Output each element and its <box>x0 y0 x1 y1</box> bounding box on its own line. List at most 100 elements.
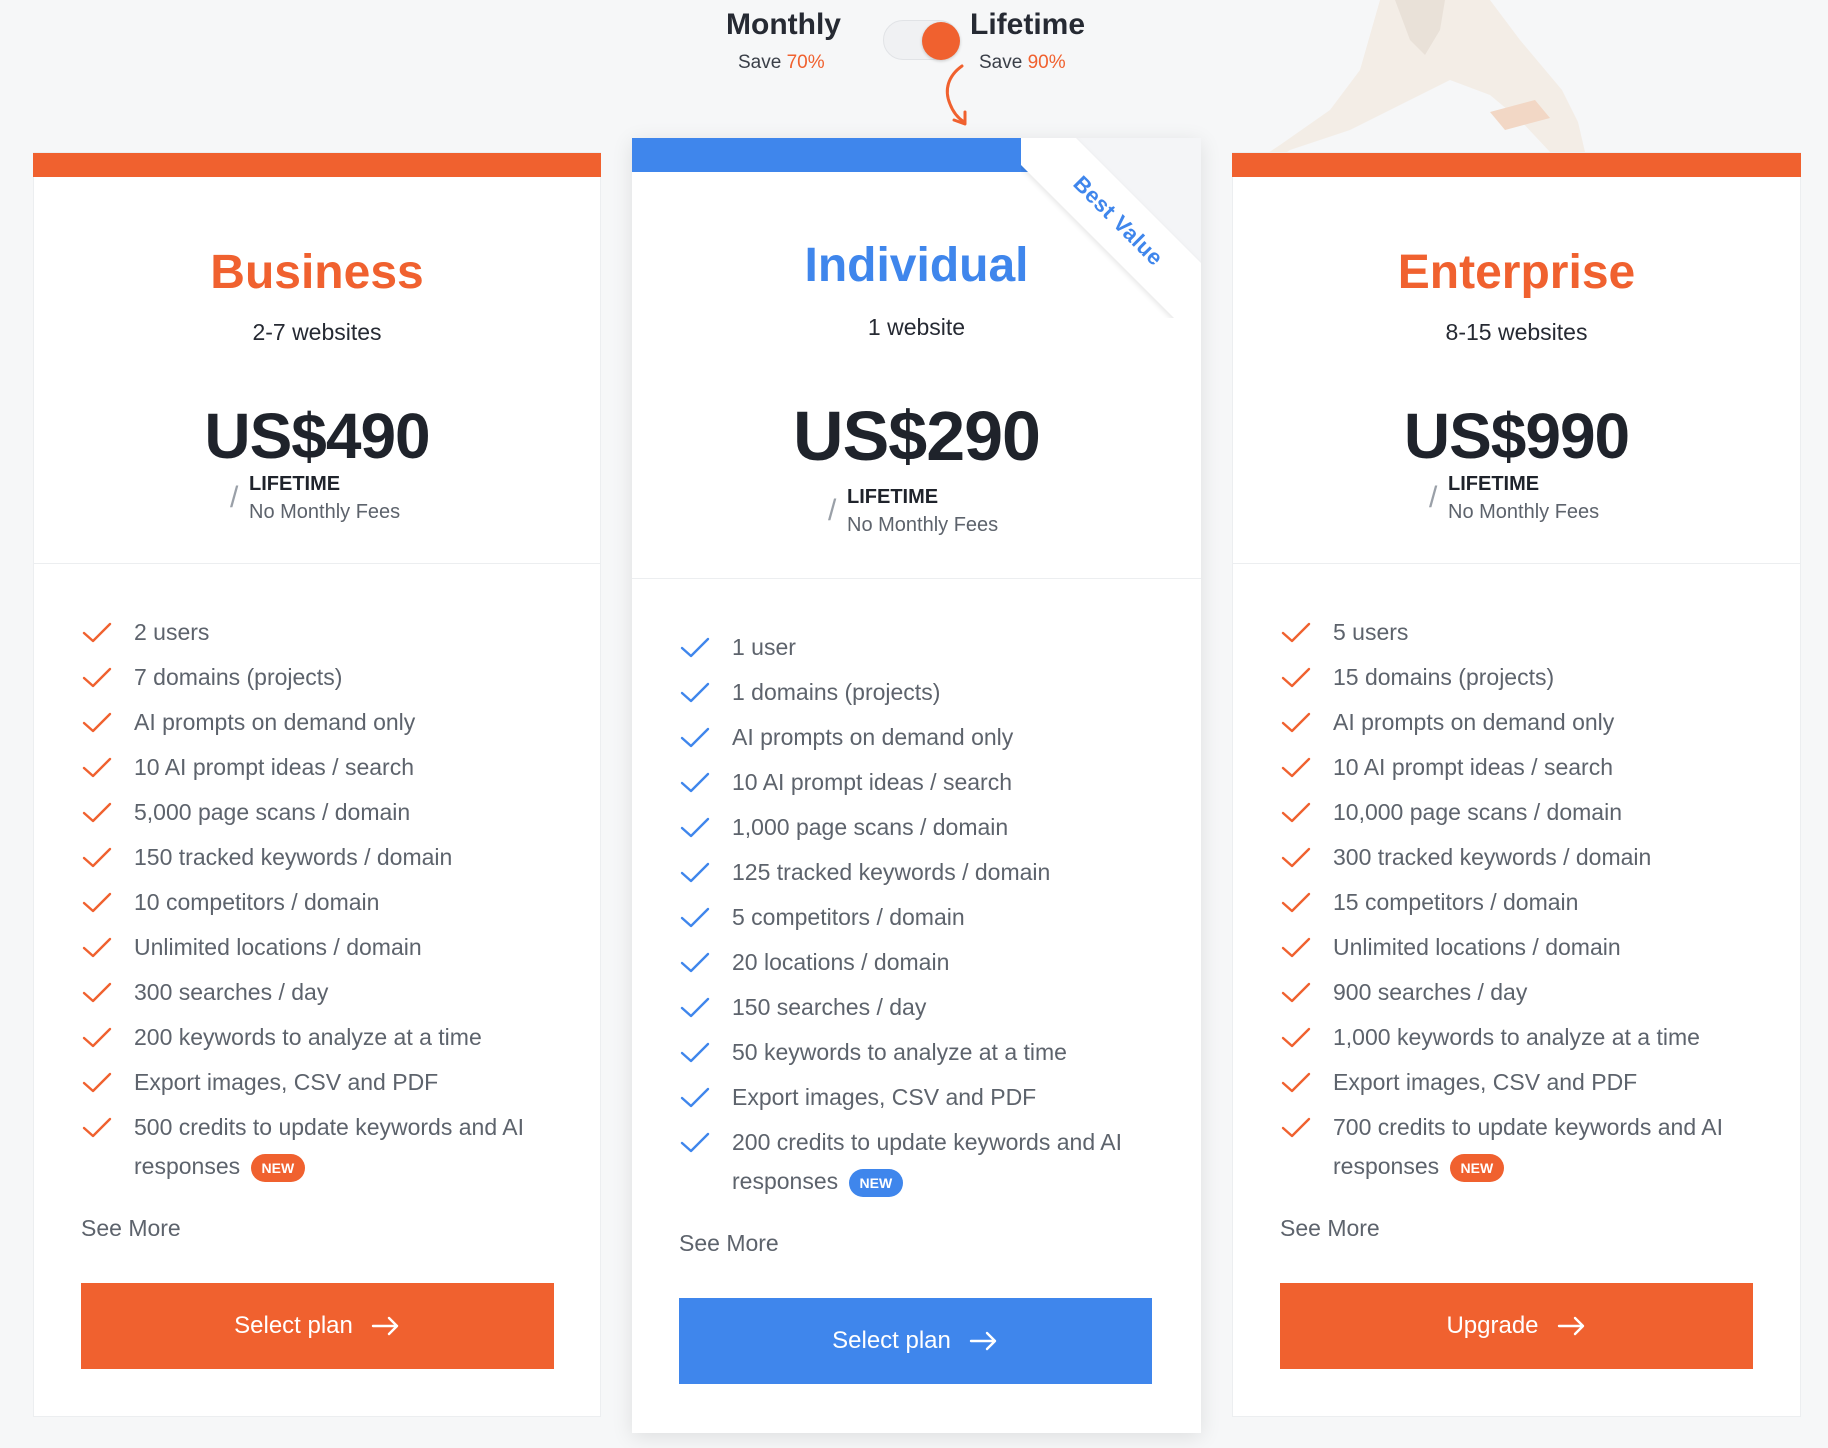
card-top-bar <box>33 153 601 177</box>
feature-item: 10 competitors / domain <box>82 883 570 928</box>
check-icon <box>1281 937 1311 958</box>
price-slash: / <box>230 481 239 514</box>
feature-item: 2 users <box>82 613 570 658</box>
feature-text: 10 AI prompt ideas / search <box>732 769 1012 795</box>
price-slash: / <box>1429 481 1438 514</box>
check-icon <box>1281 667 1311 688</box>
feature-text: 150 tracked keywords / domain <box>134 844 453 870</box>
feature-list: 5 users 15 domains (projects) AI prompts o… <box>1281 613 1770 1198</box>
feature-text: 7 domains (projects) <box>134 664 343 690</box>
price-period-note: No Monthly Fees <box>249 501 401 523</box>
feature-text: 700 credits to update keywords and AI re… <box>1333 1114 1723 1179</box>
feature-item: Unlimited locations / domain <box>82 928 570 973</box>
feature-text: 150 searches / day <box>732 994 927 1020</box>
check-icon <box>1281 1072 1311 1093</box>
feature-item: Export images, CSV and PDF <box>680 1078 1171 1123</box>
feature-text: 15 competitors / domain <box>1333 889 1579 915</box>
feature-text: Export images, CSV and PDF <box>732 1084 1037 1110</box>
new-badge: NEW <box>250 1153 306 1182</box>
feature-item: 15 domains (projects) <box>1281 658 1770 703</box>
feature-text: 125 tracked keywords / domain <box>732 859 1051 885</box>
feature-item: 125 tracked keywords / domain <box>680 853 1171 898</box>
cta-label: Select plan <box>234 1312 353 1339</box>
feature-item: 50 keywords to analyze at a time <box>680 1033 1171 1078</box>
feature-text: Unlimited locations / domain <box>134 934 422 960</box>
feature-item: Export images, CSV and PDF <box>82 1063 570 1108</box>
feature-list: 1 user 1 domains (projects) AI prompts on … <box>680 628 1171 1213</box>
plan-websites: 2-7 websites <box>252 319 382 345</box>
feature-text: 20 locations / domain <box>732 949 950 975</box>
monthly-label[interactable]: Monthly <box>726 8 841 42</box>
feature-text: 1,000 keywords to analyze at a time <box>1333 1024 1700 1050</box>
check-icon <box>82 802 112 823</box>
arrow-right-icon <box>969 1331 997 1351</box>
price-period-label: LIFETIME <box>847 486 939 508</box>
check-icon <box>680 727 710 748</box>
feature-item: 500 credits to update keywords and AI re… <box>82 1108 570 1198</box>
check-icon <box>82 1027 112 1048</box>
feature-text: 2 users <box>134 619 210 645</box>
check-icon <box>82 757 112 778</box>
divider <box>632 578 1201 579</box>
upgrade-button-enterprise[interactable]: Upgrade <box>1280 1283 1753 1369</box>
feature-item: 1 domains (projects) <box>680 673 1171 718</box>
check-icon <box>82 982 112 1003</box>
check-icon <box>1281 892 1311 913</box>
plan-name: Business <box>210 246 424 299</box>
select-plan-button-individual[interactable]: Select plan <box>679 1298 1152 1384</box>
feature-text: AI prompts on demand only <box>134 709 416 735</box>
see-more-link[interactable]: See More <box>1280 1215 1380 1242</box>
check-icon <box>680 1132 710 1153</box>
feature-item: 700 credits to update keywords and AI re… <box>1281 1108 1770 1198</box>
check-icon <box>82 667 112 688</box>
lifetime-save-text: Save 90% <box>979 52 1066 73</box>
check-icon <box>82 937 112 958</box>
plan-price: US$990 <box>1403 400 1630 472</box>
feature-text: AI prompts on demand only <box>732 724 1014 750</box>
plan-name: Enterprise <box>1397 246 1636 299</box>
check-icon <box>1281 712 1311 733</box>
feature-text: Export images, CSV and PDF <box>134 1069 439 1095</box>
feature-text: Export images, CSV and PDF <box>1333 1069 1638 1095</box>
feature-text: 50 keywords to analyze at a time <box>732 1039 1067 1065</box>
plan-websites: 8-15 websites <box>1445 319 1588 345</box>
price-period-note: No Monthly Fees <box>847 514 999 536</box>
feature-item: 10 AI prompt ideas / search <box>82 748 570 793</box>
price-period-note: No Monthly Fees <box>1448 501 1600 523</box>
feature-text: 500 credits to update keywords and AI re… <box>134 1114 524 1179</box>
plan-name: Individual <box>804 239 1029 292</box>
feature-item: 15 competitors / domain <box>1281 883 1770 928</box>
curved-arrow-icon <box>945 64 967 126</box>
monthly-save-pct: 70% <box>786 52 825 73</box>
lifetime-save-pct: 90% <box>1027 52 1066 73</box>
feature-text: 200 credits to update keywords and AI re… <box>732 1129 1122 1194</box>
billing-toggle: Monthly Save 70% Lifetime Save 90% <box>0 0 1828 130</box>
select-plan-button-business[interactable]: Select plan <box>81 1283 554 1369</box>
check-icon <box>1281 757 1311 778</box>
feature-list: 2 users 7 domains (projects) AI prompts on… <box>82 613 570 1198</box>
plan-price: US$490 <box>204 400 430 472</box>
check-icon <box>82 1117 112 1138</box>
feature-item: 5 users <box>1281 613 1770 658</box>
feature-item: AI prompts on demand only <box>1281 703 1770 748</box>
cta-label: Upgrade <box>1446 1312 1539 1339</box>
lifetime-label[interactable]: Lifetime <box>970 8 1085 42</box>
plan-websites: 1 website <box>867 314 966 340</box>
check-icon <box>680 997 710 1018</box>
feature-item: 10 AI prompt ideas / search <box>680 763 1171 808</box>
see-more-link[interactable]: See More <box>81 1215 181 1242</box>
check-icon <box>680 952 710 973</box>
price-slash: / <box>828 494 837 527</box>
check-icon <box>1281 982 1311 1003</box>
card-top-bar <box>1232 153 1801 177</box>
see-more-link[interactable]: See More <box>679 1230 779 1257</box>
feature-text: 1 user <box>732 634 796 660</box>
billing-period-switch[interactable] <box>883 20 960 60</box>
feature-item: 10 AI prompt ideas / search <box>1281 748 1770 793</box>
check-icon <box>1281 1117 1311 1138</box>
feature-text: 5,000 page scans / domain <box>134 799 411 825</box>
feature-item: 1 user <box>680 628 1171 673</box>
new-badge: NEW <box>848 1168 904 1197</box>
price-period-label: LIFETIME <box>249 473 341 495</box>
check-icon <box>680 1087 710 1108</box>
